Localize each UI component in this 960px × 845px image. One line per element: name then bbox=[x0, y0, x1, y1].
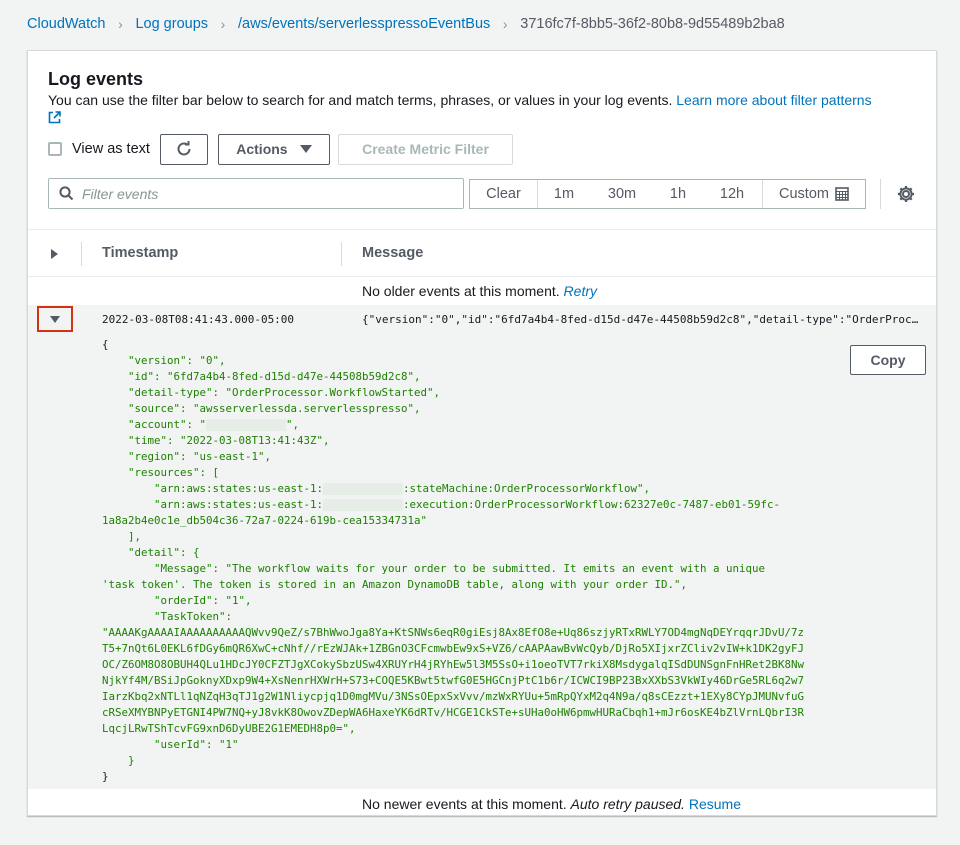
actions-button[interactable]: Actions bbox=[217, 133, 330, 165]
chevron-right-icon: › bbox=[502, 16, 508, 32]
learn-more-link[interactable]: Learn more about filter patterns bbox=[676, 92, 871, 108]
panel-title: Log events bbox=[48, 69, 144, 89]
external-link-icon[interactable] bbox=[48, 111, 61, 128]
redacted-account bbox=[323, 499, 404, 511]
newer-events-status: No newer events at this moment. Auto ret… bbox=[362, 796, 741, 812]
range-12h[interactable]: 12h bbox=[702, 180, 762, 208]
refresh-button[interactable] bbox=[159, 133, 208, 165]
auto-retry-text: Auto retry paused. bbox=[570, 796, 685, 812]
retry-link[interactable]: Retry bbox=[564, 283, 597, 299]
toolbar-divider bbox=[880, 179, 881, 209]
filter-events-placeholder: Filter events bbox=[82, 185, 159, 202]
breadcrumb: CloudWatch › Log groups › /aws/events/se… bbox=[27, 14, 785, 34]
search-icon bbox=[59, 186, 74, 201]
breadcrumb-current: 3716fc7f-8bb5-36f2-80b8-9d55489b2ba8 bbox=[520, 16, 785, 32]
older-events-status: No older events at this moment. Retry bbox=[362, 283, 597, 299]
description-text: You can use the filter bar below to sear… bbox=[48, 92, 673, 108]
newer-events-text: No newer events at this moment. bbox=[362, 796, 567, 812]
collapse-row-button[interactable] bbox=[37, 306, 73, 332]
column-message[interactable]: Message bbox=[362, 245, 423, 261]
copy-button[interactable]: Copy bbox=[850, 345, 926, 375]
column-divider bbox=[81, 242, 82, 266]
older-events-text: No older events at this moment. bbox=[362, 283, 560, 299]
log-events-panel: Log events You can use the filter bar be… bbox=[27, 50, 937, 816]
column-divider bbox=[341, 242, 342, 266]
panel-description: You can use the filter bar below to sear… bbox=[48, 92, 908, 128]
event-json: { "version": "0", "id": "6fd7a4b4-8fed-d… bbox=[102, 338, 805, 783]
event-message-preview: {"version":"0","id":"6fd7a4b4-8fed-d15d-… bbox=[362, 313, 922, 326]
resume-link[interactable]: Resume bbox=[689, 796, 741, 812]
view-as-text-checkbox[interactable] bbox=[48, 142, 62, 156]
range-30m[interactable]: 30m bbox=[590, 180, 654, 208]
clear-button[interactable]: Clear bbox=[470, 180, 538, 208]
gear-icon[interactable] bbox=[896, 184, 916, 209]
range-custom[interactable]: Custom bbox=[762, 180, 865, 208]
time-range-selector: Clear 1m 30m 1h 12h Custom bbox=[469, 179, 866, 209]
create-metric-filter-button[interactable]: Create Metric Filter bbox=[338, 133, 513, 165]
caret-down-icon bbox=[299, 145, 312, 153]
range-1m[interactable]: 1m bbox=[538, 180, 590, 208]
chevron-right-icon: › bbox=[118, 16, 123, 32]
breadcrumb-log-groups[interactable]: Log groups bbox=[135, 16, 208, 32]
custom-label: Custom bbox=[779, 186, 829, 202]
breadcrumb-log-group[interactable]: /aws/events/serverlesspressoEventBus bbox=[238, 16, 490, 32]
chevron-right-icon: › bbox=[220, 16, 226, 32]
range-1h[interactable]: 1h bbox=[654, 180, 702, 208]
caret-down-icon bbox=[50, 315, 60, 323]
table-header: Timestamp Message bbox=[28, 229, 936, 277]
expand-all-icon[interactable] bbox=[51, 249, 58, 259]
filter-events-input[interactable]: Filter events bbox=[48, 178, 464, 209]
breadcrumb-cloudwatch[interactable]: CloudWatch bbox=[27, 16, 105, 32]
redacted-account bbox=[206, 419, 287, 431]
toolbar: View as text Actions Create Metric Filte… bbox=[48, 133, 513, 165]
column-timestamp[interactable]: Timestamp bbox=[102, 245, 178, 261]
log-event-row: 2022-03-08T08:41:43.000-05:00 {"version"… bbox=[28, 305, 936, 789]
redacted-account bbox=[323, 483, 404, 495]
calendar-icon bbox=[835, 187, 849, 201]
view-as-text-label[interactable]: View as text bbox=[72, 141, 150, 157]
event-timestamp: 2022-03-08T08:41:43.000-05:00 bbox=[102, 313, 295, 326]
actions-label: Actions bbox=[236, 141, 288, 157]
refresh-icon bbox=[177, 141, 191, 156]
